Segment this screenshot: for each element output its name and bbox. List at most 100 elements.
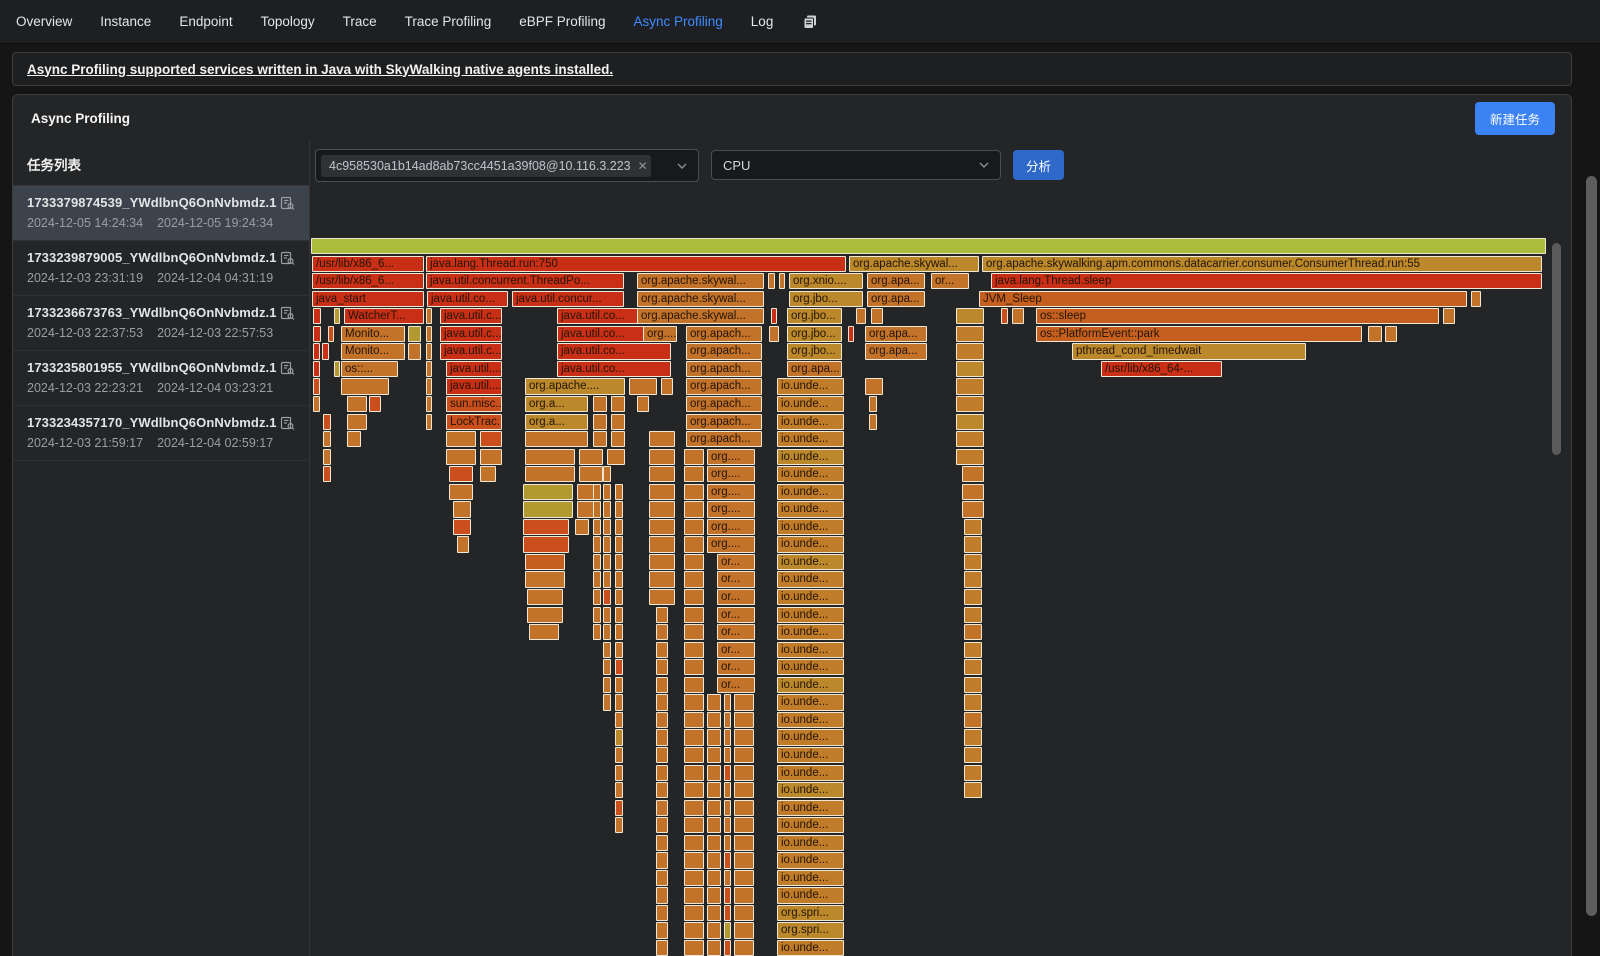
flame-block[interactable]: org.apach... (686, 343, 762, 359)
flame-block-unlabeled[interactable] (964, 712, 982, 728)
flame-block[interactable]: java.util.... (446, 378, 502, 394)
flame-block-unlabeled[interactable] (734, 747, 754, 763)
flame-block-unlabeled[interactable] (656, 905, 668, 921)
flame-block-unlabeled[interactable] (615, 642, 623, 658)
flame-block[interactable]: os::PlatformEvent::park (1036, 326, 1362, 342)
flame-block-unlabeled[interactable] (649, 501, 675, 517)
flame-block[interactable]: org.apache.... (525, 378, 625, 394)
flame-block[interactable]: org.apache.skywalking.apm.commons.dataca… (982, 256, 1542, 272)
flame-block-unlabeled[interactable] (656, 765, 668, 781)
flame-block-unlabeled[interactable] (426, 414, 432, 430)
flame-block-unlabeled[interactable] (527, 589, 563, 605)
flame-block[interactable]: org.apa... (787, 361, 842, 377)
flame-block-unlabeled[interactable] (593, 624, 601, 640)
flame-block-unlabeled[interactable] (956, 396, 984, 412)
flame-block-unlabeled[interactable] (1012, 308, 1024, 324)
flame-block[interactable]: or... (717, 571, 755, 587)
flame-block-unlabeled[interactable] (707, 905, 721, 921)
view-flame-graph-icon[interactable] (280, 306, 295, 321)
flame-block-unlabeled[interactable] (603, 659, 611, 675)
flame-block[interactable]: io.unde... (777, 642, 844, 658)
flame-block-unlabeled[interactable] (724, 800, 731, 816)
flame-block-unlabeled[interactable] (323, 466, 331, 482)
task-list-item[interactable]: 1733235801955_YWdlbnQ6OnNvbmdz.12024-12-… (13, 351, 309, 406)
flame-block-unlabeled[interactable] (615, 536, 623, 552)
flame-block-unlabeled[interactable] (734, 922, 754, 938)
flame-block-unlabeled[interactable] (707, 747, 721, 763)
flame-block-unlabeled[interactable] (603, 694, 611, 710)
flame-block[interactable]: org.a... (525, 396, 588, 412)
flame-block[interactable]: /usr/lib/x86_6... (312, 256, 424, 272)
flame-block[interactable]: org.apa... (867, 273, 925, 289)
flame-block[interactable]: java_start (312, 291, 424, 307)
flame-block[interactable]: org.apa... (865, 326, 927, 342)
flame-block-unlabeled[interactable] (956, 378, 984, 394)
view-flame-graph-icon[interactable] (280, 251, 295, 266)
flame-block[interactable]: io.unde... (777, 519, 844, 535)
flame-block-unlabeled[interactable] (603, 571, 611, 587)
flame-block[interactable]: LockTrac... (446, 414, 502, 430)
flame-block-unlabeled[interactable] (734, 905, 754, 921)
flame-block[interactable]: java.util.co... (427, 291, 508, 307)
flame-block-unlabeled[interactable] (734, 765, 754, 781)
view-flame-graph-icon[interactable] (280, 416, 295, 431)
flame-block-unlabeled[interactable] (523, 501, 573, 517)
flame-block-unlabeled[interactable] (649, 519, 675, 535)
nav-tab-trace-profiling[interactable]: Trace Profiling (405, 14, 492, 29)
flame-block-unlabeled[interactable] (615, 519, 623, 535)
flame-block-unlabeled[interactable] (724, 852, 731, 868)
flame-block-unlabeled[interactable] (649, 484, 675, 500)
flame-block-unlabeled[interactable] (656, 852, 668, 868)
flame-block-unlabeled[interactable] (593, 414, 607, 430)
flame-block-unlabeled[interactable] (964, 642, 982, 658)
flame-block-unlabeled[interactable] (707, 940, 721, 956)
flame-block[interactable]: io.unde... (777, 747, 844, 763)
flame-block[interactable]: org.apach... (686, 378, 762, 394)
flame-block-unlabeled[interactable] (603, 466, 611, 482)
flame-block-unlabeled[interactable] (615, 765, 623, 781)
flame-block[interactable]: java.lang.Thread.sleep (991, 273, 1542, 289)
flame-block-unlabeled[interactable] (962, 501, 984, 517)
flame-block[interactable]: org.jbo... (789, 291, 863, 307)
flame-block-unlabeled[interactable] (684, 571, 704, 587)
flame-block-unlabeled[interactable] (593, 396, 607, 412)
flame-block-unlabeled[interactable] (453, 519, 471, 535)
flame-block-unlabeled[interactable] (684, 887, 704, 903)
flame-block-unlabeled[interactable] (334, 308, 340, 324)
flame-block-unlabeled[interactable] (724, 729, 731, 745)
flame-block-unlabeled[interactable] (480, 431, 502, 447)
flame-block-unlabeled[interactable] (615, 659, 623, 675)
flame-block-unlabeled[interactable] (649, 466, 675, 482)
flame-block-unlabeled[interactable] (313, 361, 320, 377)
flame-block[interactable]: or... (717, 677, 755, 693)
flame-block-unlabeled[interactable] (734, 729, 754, 745)
flame-block[interactable]: io.unde... (777, 765, 844, 781)
flame-block-unlabeled[interactable] (1443, 308, 1455, 324)
flame-block[interactable]: io.unde... (777, 501, 844, 517)
flame-block[interactable]: or... (717, 624, 755, 640)
flame-block[interactable]: io.unde... (777, 659, 844, 675)
flame-block-unlabeled[interactable] (768, 273, 775, 289)
flame-block-unlabeled[interactable] (649, 536, 675, 552)
flame-block-unlabeled[interactable] (446, 449, 476, 465)
flame-block-unlabeled[interactable] (615, 677, 623, 693)
flame-block-unlabeled[interactable] (956, 414, 984, 430)
flame-block-unlabeled[interactable] (575, 519, 589, 535)
flame-block-unlabeled[interactable] (964, 607, 982, 623)
flame-block[interactable]: WatcherT... (344, 308, 424, 324)
flame-block-unlabeled[interactable] (707, 852, 721, 868)
flame-block-unlabeled[interactable] (328, 326, 334, 342)
flame-block[interactable]: io.unde... (777, 484, 844, 500)
flame-block-unlabeled[interactable] (426, 343, 432, 359)
flame-block[interactable]: io.unde... (777, 852, 844, 868)
analyze-button[interactable]: 分析 (1013, 150, 1064, 180)
flame-block[interactable]: or... (717, 589, 755, 605)
flame-block-unlabeled[interactable] (347, 396, 367, 412)
flame-block-unlabeled[interactable] (684, 835, 704, 851)
flame-block[interactable]: io.unde... (777, 396, 844, 412)
flame-block-unlabeled[interactable] (661, 378, 673, 394)
flame-block-unlabeled[interactable] (684, 729, 704, 745)
flame-block-unlabeled[interactable] (771, 308, 777, 324)
flame-block-unlabeled[interactable] (964, 782, 982, 798)
flame-block[interactable]: java.util.co... (557, 361, 671, 377)
